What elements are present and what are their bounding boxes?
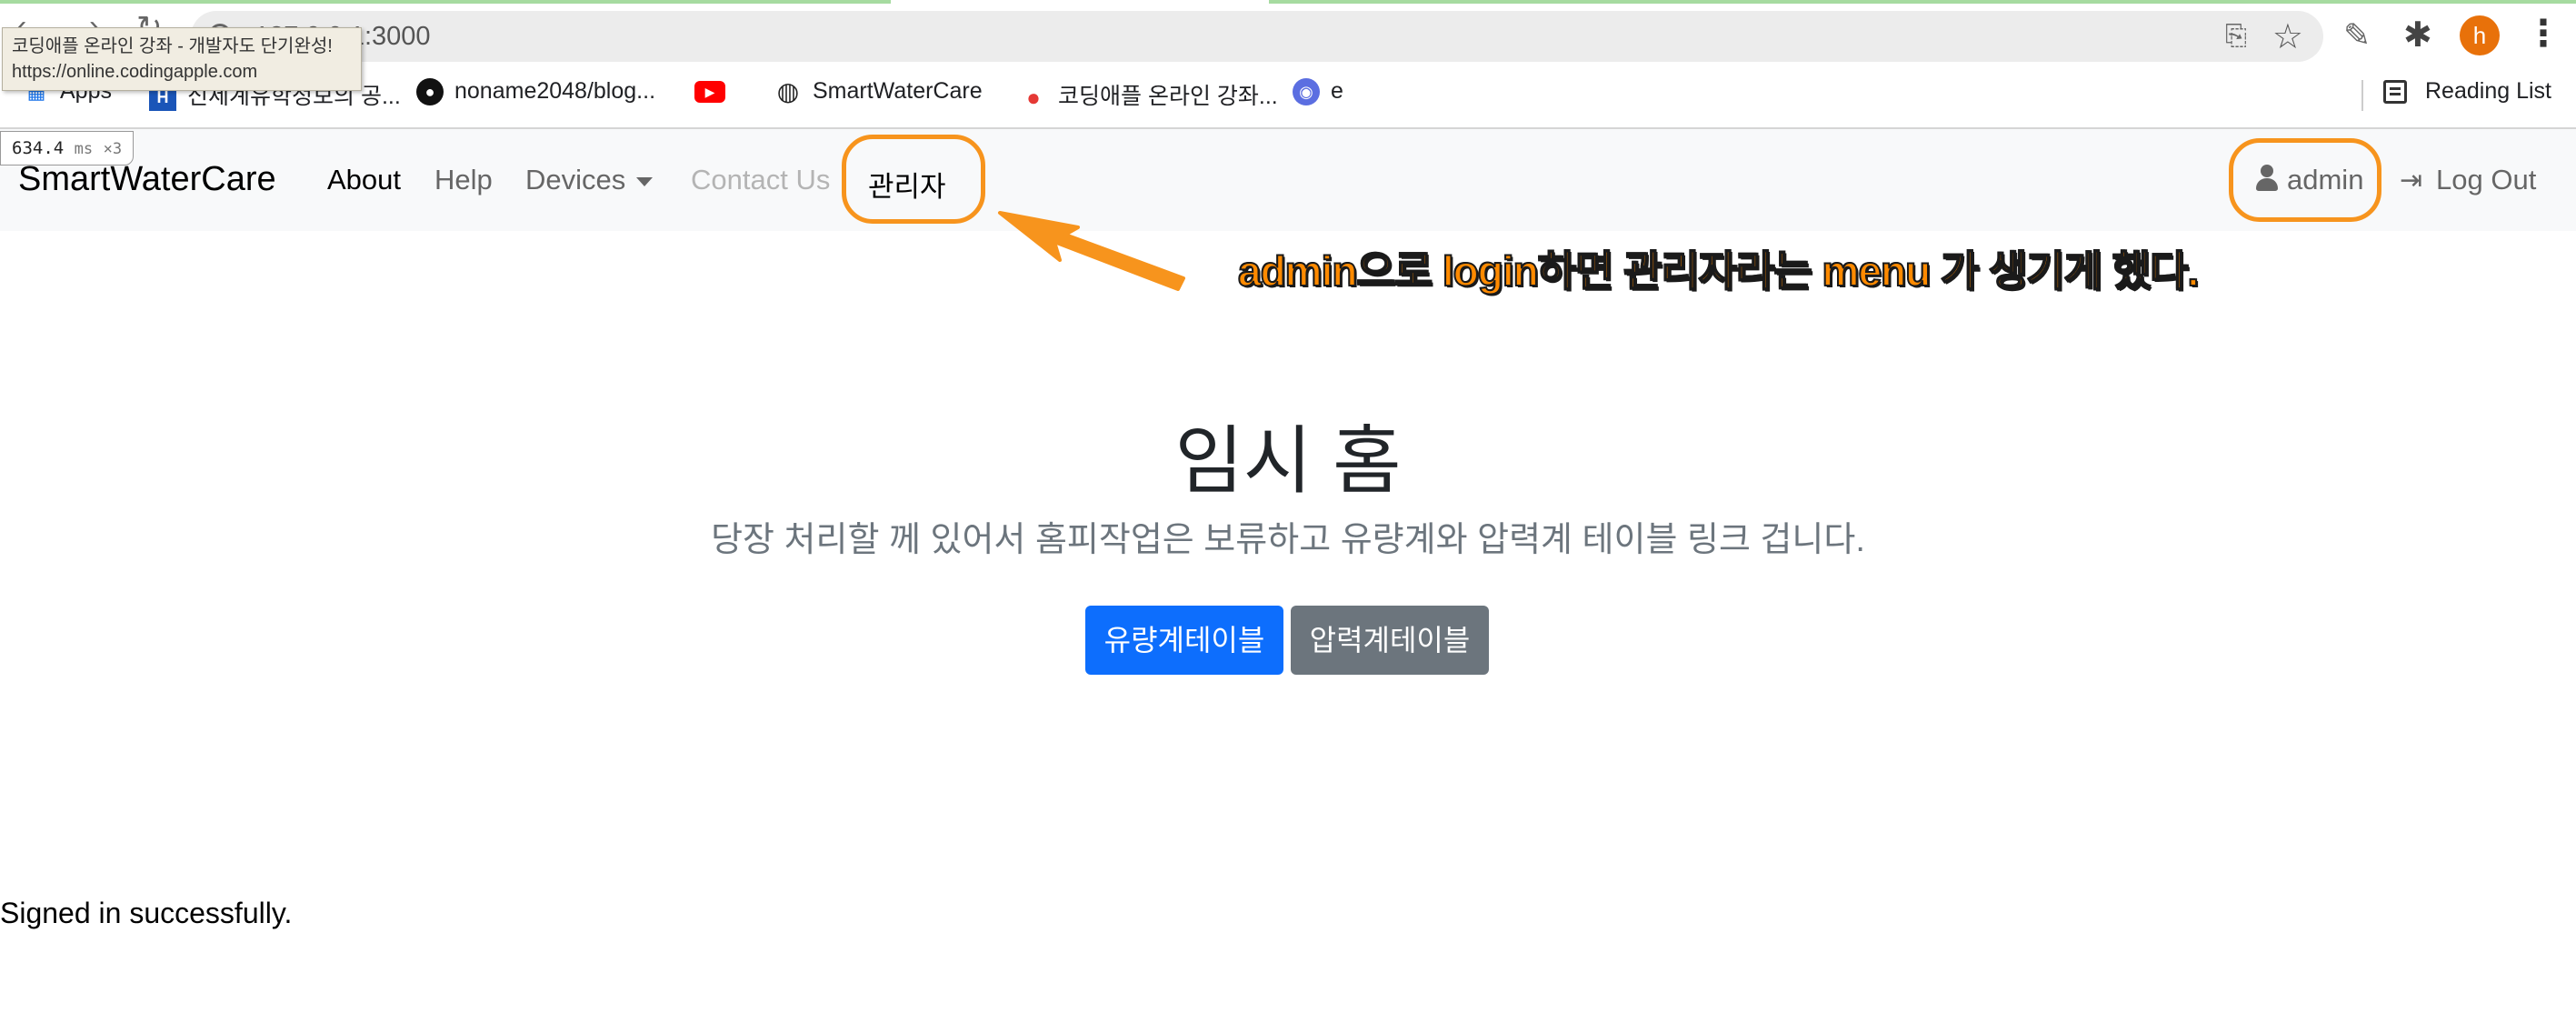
site-navbar: SmartWaterCare About Help Devices Contac…: [0, 129, 2576, 231]
location-icon: ◉: [1293, 78, 1320, 106]
bookmark-label: e: [1331, 78, 1343, 104]
eyedropper-icon[interactable]: ✎: [2343, 16, 2371, 55]
profile-avatar[interactable]: h: [2460, 15, 2500, 55]
perf-badge: 634.4 ms ×3: [0, 131, 135, 165]
globe-icon: ◍: [776, 77, 800, 106]
apple-icon: ●: [1026, 84, 1041, 112]
nav-help[interactable]: Help: [434, 164, 493, 196]
flow-table-button[interactable]: 유량계테이블: [1085, 606, 1283, 675]
reading-list-label: Reading List: [2425, 78, 2551, 104]
nav-devices-label: Devices: [525, 164, 626, 196]
address-bar[interactable]: 127.0.0.1:3000 ⎘ ☆: [191, 11, 2323, 62]
nav-about[interactable]: About: [327, 164, 401, 196]
github-icon: ●: [416, 78, 444, 106]
reading-list[interactable]: Reading List: [2383, 78, 2551, 105]
pressure-table-button[interactable]: 압력계테이블: [1291, 606, 1489, 675]
bookmark-codingapple[interactable]: ● 코딩애플 온라인 강좌...: [1020, 78, 1278, 111]
logout-icon: ⇥: [2400, 165, 2423, 196]
bookmark-label: noname2048/blog...: [454, 78, 656, 104]
flash-notice: Signed in successfully.: [0, 897, 293, 929]
reading-list-icon: [2383, 80, 2407, 105]
perf-value: 634.4: [12, 138, 65, 158]
tooltip-url: https://online.codingapple.com: [12, 62, 258, 82]
bookmarks-divider: [2361, 80, 2363, 111]
annotation-arrow-icon: [998, 211, 1185, 291]
bookmark-tooltip: 코딩애플 온라인 강좌 - 개발자도 단기완성! https://online.…: [2, 27, 362, 91]
page-lead: 당장 처리할 께 있어서 홈피작업은 보류하고 유량계와 압력계 테이블 링크 …: [711, 521, 1865, 559]
bookmark-label: 코딩애플 온라인 강좌...: [1058, 84, 1278, 109]
nav-logout[interactable]: ⇥ Log Out: [2400, 164, 2536, 196]
navbar-brand[interactable]: SmartWaterCare: [18, 160, 276, 199]
star-icon[interactable]: ☆: [2272, 16, 2303, 57]
bookmark-label: SmartWaterCare: [813, 78, 983, 104]
kebab-menu-icon[interactable]: ⋮: [2525, 13, 2561, 55]
highlight-admin-menu: [842, 135, 985, 224]
bookmark-youtube[interactable]: ▶: [694, 78, 736, 105]
bookmark-github[interactable]: ● noname2048/blog...: [416, 78, 656, 106]
chevron-down-icon: [636, 176, 654, 186]
nav-contact[interactable]: Contact Us: [691, 164, 830, 196]
nav-logout-label: Log Out: [2436, 164, 2537, 196]
youtube-icon: ▶: [694, 81, 725, 104]
bookmark-smartwatercare[interactable]: ◍ SmartWaterCare: [774, 78, 983, 105]
tooltip-title: 코딩애플 온라인 강좌 - 개발자도 단기완성!: [12, 36, 333, 56]
highlight-admin-user: [2229, 138, 2381, 222]
tab-strip-indicator-left: [0, 0, 891, 4]
page-title: 임시 홈: [1174, 420, 1402, 503]
perf-unit: ms: [74, 140, 94, 158]
perf-count: ×3: [103, 140, 123, 158]
bookmarks-bar: ▦ Apps H 신세계유학정보의 공... ● noname2048/blog...…: [0, 73, 2576, 118]
bookmark-e[interactable]: ◉ e: [1293, 78, 1343, 106]
extensions-icon[interactable]: ✱: [2403, 15, 2432, 55]
translate-icon[interactable]: ⎘: [2225, 21, 2247, 52]
nav-devices-dropdown[interactable]: Devices: [525, 164, 654, 196]
annotation-text: admin으로 login하면 관리자라는 menu 가 생기게 했다.: [1237, 246, 2200, 296]
tab-strip-indicator-right: [1269, 0, 2576, 4]
